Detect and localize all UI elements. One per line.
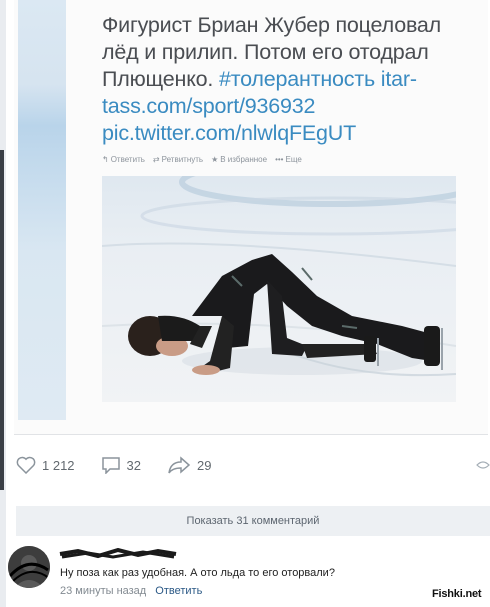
watermark: Fishki.net	[432, 588, 482, 600]
tweet-screenshot: Фигурист Бриан Жубер поцеловал лёд и при…	[14, 0, 488, 435]
tweet-favorite-label: В избранное	[220, 155, 268, 164]
tweet-reply-label: Ответить	[110, 155, 145, 164]
twitter-sidebar	[18, 0, 66, 420]
author-name-redacted	[59, 548, 177, 559]
post-stats: 1 212 32 29	[16, 452, 237, 478]
tweet-retweet-label: Ретвитнуть	[161, 155, 204, 164]
tweet-line: Плющенко. #толерантность itar-	[102, 66, 482, 93]
tweet-actions: ↰ Ответить ⇄ Ретвитнуть ★ В избранное ••• Ещ…	[102, 155, 302, 164]
tweet-more-action: ••• Еще	[275, 155, 302, 164]
comment-meta: 23 минуты назад Ответить	[60, 585, 202, 597]
page-edge-shadow	[0, 150, 4, 490]
tweet-text: Фигурист Бриан Жубер поцеловал лёд и при…	[102, 12, 482, 147]
itar-tass-link-cont[interactable]: tass.com/sport/936932	[102, 93, 482, 120]
show-comments-button[interactable]: Показать 31 комментарий	[16, 506, 490, 536]
comment: Ну поза как раз удобная. А ото льда то е…	[8, 544, 490, 604]
comment-count: 32	[126, 457, 142, 473]
hashtag-link[interactable]: #толерантность	[219, 67, 375, 91]
reply-button[interactable]: Ответить	[155, 585, 202, 597]
comment-text: Ну поза как раз удобная. А ото льда то е…	[60, 567, 335, 579]
share-count: 29	[197, 457, 212, 473]
more-icon: •••	[275, 155, 284, 164]
tweet-line: лёд и прилип. Потом его отодрал	[102, 40, 429, 64]
comment-icon	[101, 457, 120, 474]
like-button[interactable]: 1 212	[16, 456, 75, 474]
tweet-line: Фигурист Бриан Жубер поцеловал	[102, 13, 442, 37]
tweet-more-label: Еще	[285, 155, 302, 164]
itar-tass-link[interactable]: itar-	[375, 67, 417, 91]
like-count: 1 212	[42, 457, 75, 473]
page-edge	[0, 0, 6, 607]
tweet-favorite-action: ★ В избранное	[211, 155, 267, 164]
tweet-reply-action: ↰ Ответить	[102, 155, 145, 164]
heart-icon	[16, 456, 36, 474]
share-button[interactable]: 29	[167, 456, 211, 474]
retweet-icon: ⇄	[152, 155, 160, 164]
reply-icon: ↰	[102, 155, 109, 164]
share-icon	[168, 456, 191, 474]
skater-photo[interactable]	[102, 176, 456, 402]
avatar-image	[8, 546, 50, 588]
tweet-text-fragment: Плющенко.	[102, 67, 219, 91]
tweet-retweet-action: ⇄ Ретвитнуть	[153, 155, 203, 164]
pic-twitter-link[interactable]: pic.twitter.com/nlwlqFEgUT	[102, 120, 482, 147]
comment-time[interactable]: 23 минуты назад	[60, 585, 146, 597]
comment-button[interactable]: 32	[101, 456, 141, 474]
avatar[interactable]	[8, 546, 50, 588]
skater-photo-illustration	[102, 176, 456, 377]
star-icon: ★	[211, 155, 219, 164]
views-icon	[476, 461, 490, 469]
